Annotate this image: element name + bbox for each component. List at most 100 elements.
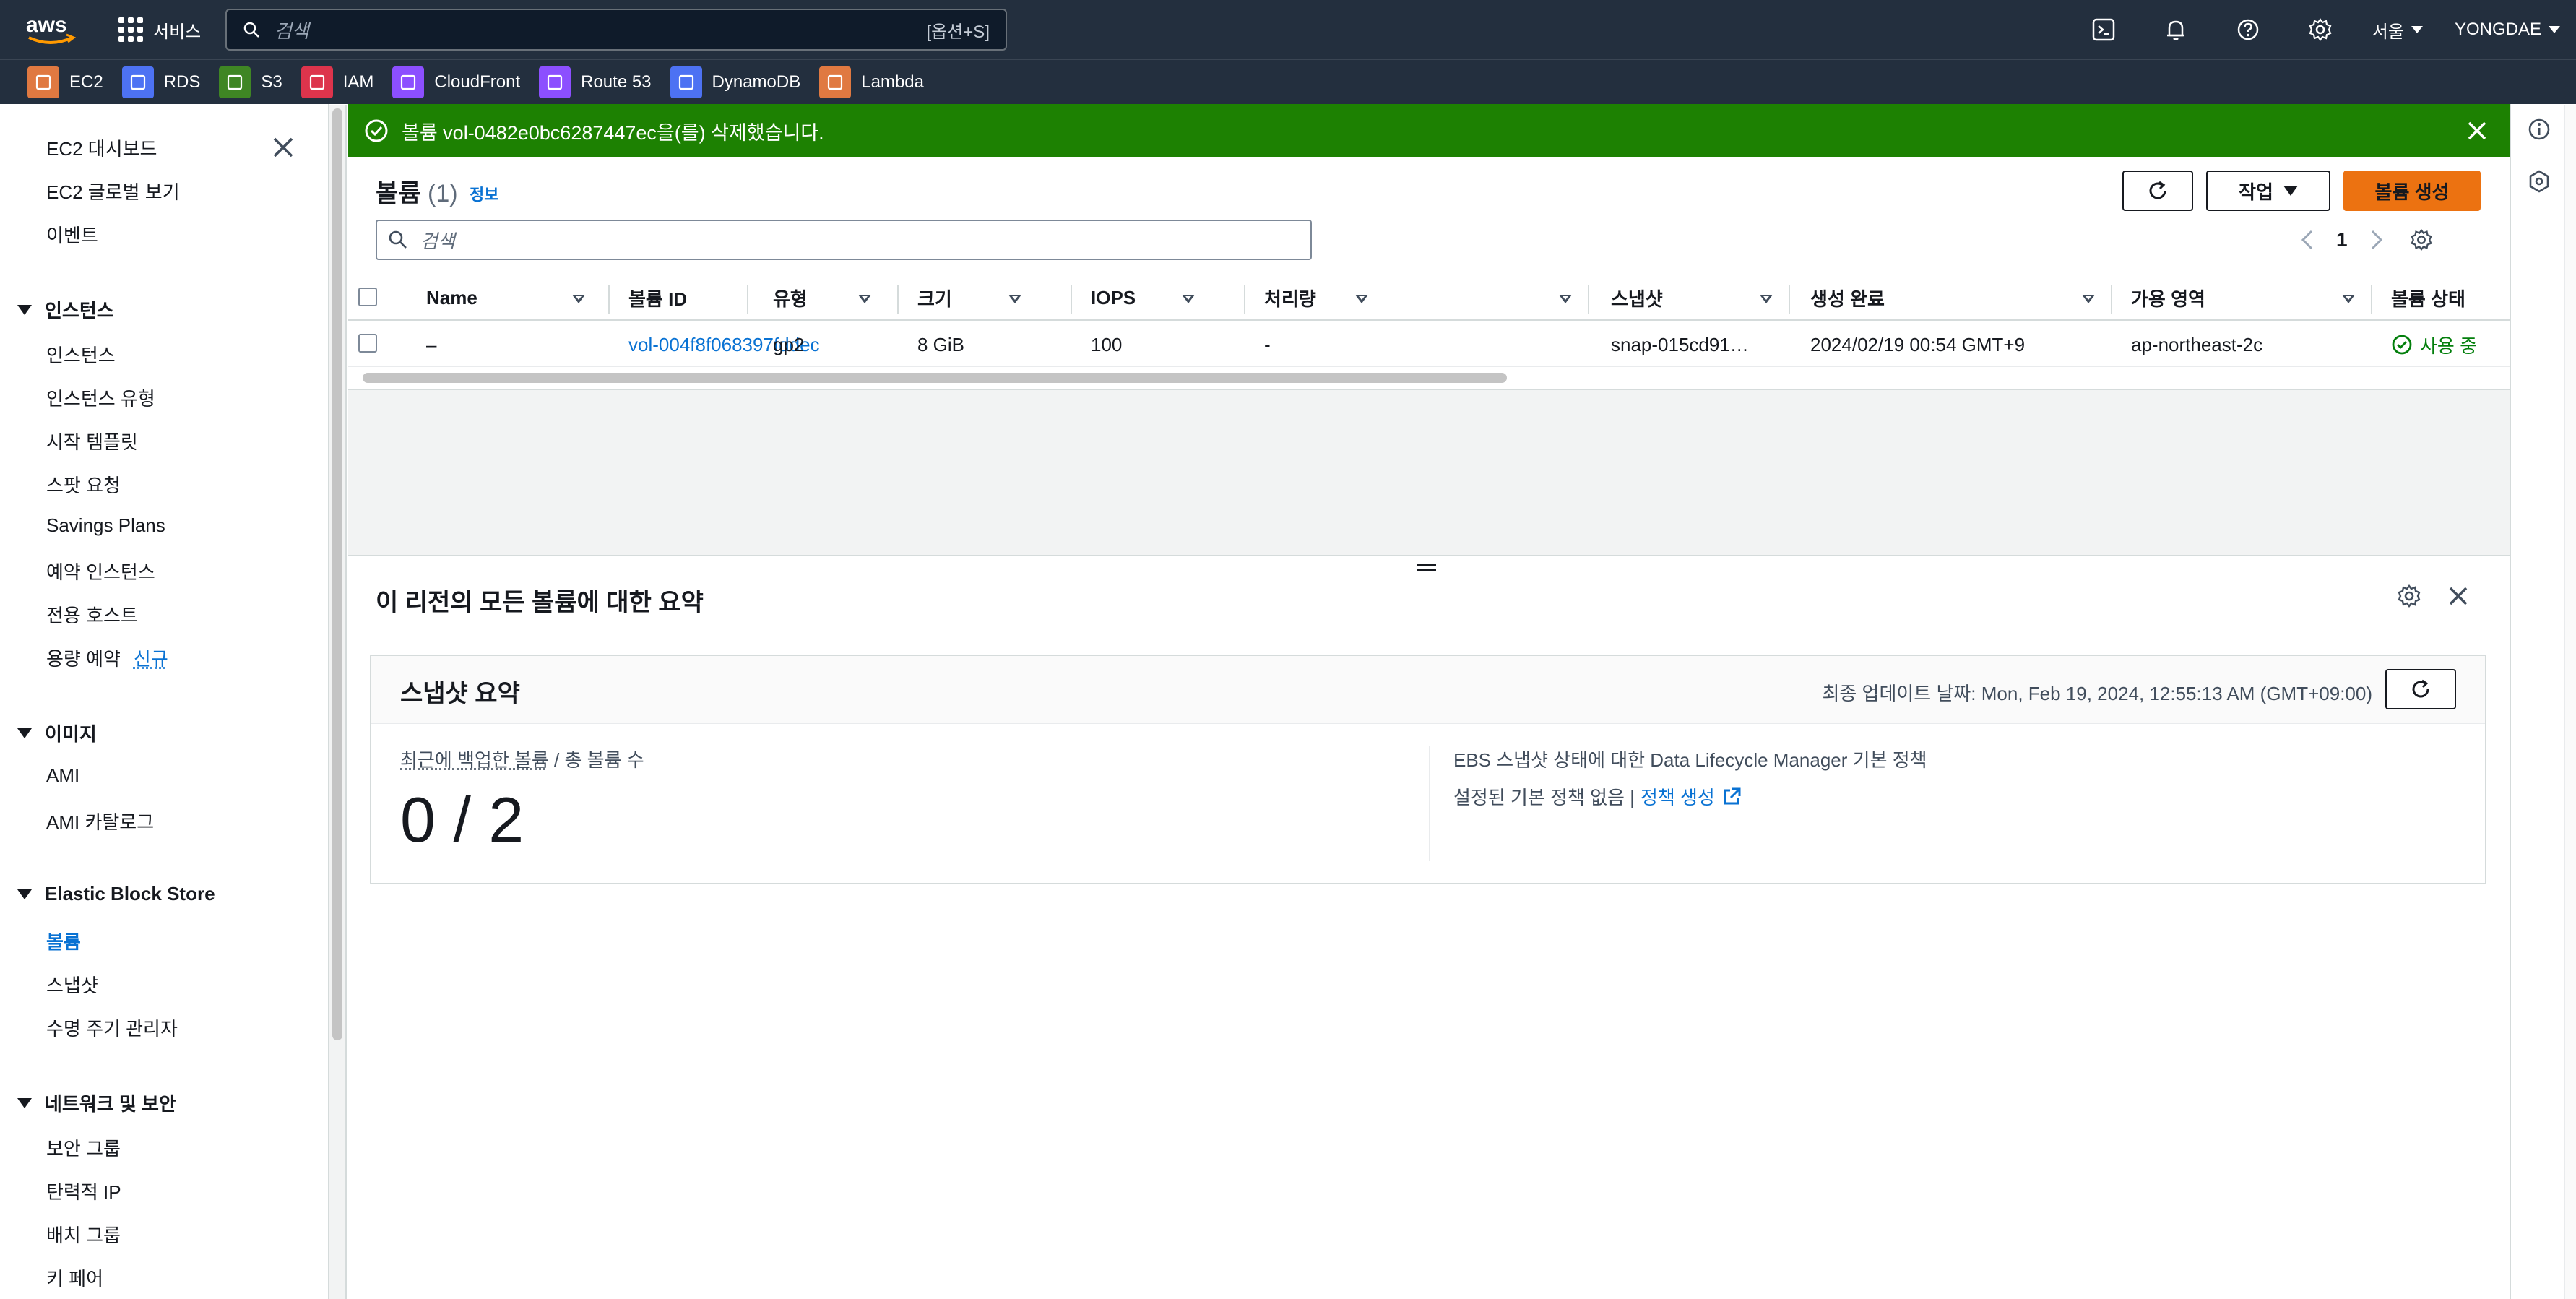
sidebar-item[interactable]: 보안 그룹 — [46, 1134, 121, 1161]
info-icon[interactable] — [2527, 117, 2551, 142]
column-resizer[interactable] — [747, 285, 748, 314]
column-header[interactable]: 볼륨 ID — [628, 285, 687, 311]
sort-icon[interactable] — [1760, 295, 1773, 303]
chevron-left-icon[interactable] — [2300, 229, 2314, 251]
page-scrollbar[interactable] — [2564, 105, 2576, 1299]
sidebar-item[interactable]: 용량 예약 신규 — [46, 644, 168, 671]
sidebar-item-label: 배치 그룹 — [46, 1225, 121, 1246]
global-search-input[interactable]: 검색 [옵션+S] — [225, 9, 1007, 51]
notifications-button[interactable] — [2140, 0, 2212, 59]
column-resizer[interactable] — [2111, 285, 2112, 314]
account-menu[interactable]: YONGDAE — [2439, 20, 2576, 40]
sort-icon[interactable] — [1559, 295, 1572, 303]
column-header[interactable]: 스냅샷 — [1611, 285, 1663, 311]
column-resizer[interactable] — [897, 285, 899, 314]
close-icon[interactable] — [270, 134, 296, 160]
sidebar-group-header[interactable]: 네트워크 및 보안 — [17, 1089, 176, 1116]
sidebar-group-title: 네트워크 및 보안 — [45, 1089, 176, 1116]
sort-icon[interactable] — [572, 295, 585, 303]
sidebar-item[interactable]: 탄력적 IP — [46, 1178, 121, 1204]
sidebar-item[interactable]: 키 페어 — [46, 1264, 103, 1291]
table-search-input[interactable]: 검색 — [376, 220, 1312, 260]
chevron-right-icon[interactable] — [2369, 229, 2384, 251]
column-header[interactable]: IOPS — [1091, 285, 1136, 311]
column-header[interactable]: 생성 완료 — [1810, 285, 1885, 311]
favorite-cloudfront[interactable]: CloudFront — [392, 66, 520, 98]
region-selector[interactable]: 서울 — [2356, 17, 2439, 43]
favorite-iam[interactable]: IAM — [301, 66, 374, 98]
cloudshell-button[interactable] — [2067, 0, 2140, 59]
column-header[interactable]: 크기 — [917, 285, 952, 311]
sidebar-item[interactable]: 스냅샷 — [46, 971, 98, 998]
sort-icon[interactable] — [2082, 295, 2095, 303]
sidebar-item[interactable]: 수명 주기 관리자 — [46, 1014, 178, 1041]
actions-dropdown[interactable]: 작업 — [2206, 171, 2330, 211]
column-resizer[interactable] — [1244, 285, 1245, 314]
sidebar-item[interactable]: AMI 카탈로그 — [46, 808, 154, 834]
gear-icon[interactable] — [2397, 584, 2421, 608]
column-header[interactable]: Name — [426, 285, 477, 311]
select-all-checkbox[interactable] — [358, 288, 377, 306]
sidebar-item[interactable]: Savings Plans — [46, 514, 165, 537]
column-resizer[interactable] — [2371, 285, 2372, 314]
gear-icon[interactable] — [2410, 228, 2433, 251]
gear-icon — [2308, 17, 2333, 42]
info-link[interactable]: 정보 — [470, 182, 498, 205]
favorite-dynamodb[interactable]: DynamoDB — [670, 66, 801, 98]
sort-icon[interactable] — [1355, 295, 1368, 303]
row-checkbox[interactable] — [358, 334, 377, 353]
sidebar-item[interactable]: 볼륨 — [46, 928, 81, 954]
column-resizer[interactable] — [1789, 285, 1790, 314]
close-icon[interactable] — [2446, 584, 2471, 608]
column-resizer[interactable] — [608, 285, 610, 314]
favorite-route53[interactable]: Route 53 — [539, 66, 651, 98]
sort-icon[interactable] — [2342, 295, 2355, 303]
column-header[interactable]: 유형 — [773, 285, 808, 311]
favorite-rds[interactable]: RDS — [122, 66, 201, 98]
sidebar-group-header[interactable]: 인스턴스 — [17, 296, 114, 323]
sidebar-item[interactable]: 스팟 요청 — [46, 471, 121, 498]
column-header[interactable]: 가용 영역 — [2131, 285, 2205, 311]
page-number[interactable]: 1 — [2336, 228, 2348, 251]
sidebar-item[interactable]: 배치 그룹 — [46, 1221, 121, 1248]
sort-icon[interactable] — [858, 295, 871, 303]
table-horizontal-scrollbar[interactable] — [363, 373, 1507, 383]
sidebar-item[interactable]: EC2 글로벌 보기 — [46, 178, 180, 204]
split-panel-drag-handle[interactable] — [1417, 564, 1436, 574]
services-menu-button[interactable]: 서비스 — [118, 14, 201, 45]
check-circle-icon — [2391, 334, 2413, 355]
sidebar-item[interactable]: 시작 템플릿 — [46, 428, 138, 454]
close-icon[interactable] — [2465, 118, 2489, 143]
aws-logo[interactable]: aws — [25, 10, 77, 48]
favorite-s3[interactable]: S3 — [219, 66, 282, 98]
sort-icon[interactable] — [1182, 295, 1195, 303]
sidebar-group-header[interactable]: 이미지 — [17, 720, 97, 746]
column-resizer[interactable] — [1588, 285, 1589, 314]
cell-created: 2024/02/19 00:54 GMT+9 — [1810, 332, 2025, 357]
refresh-button[interactable] — [2385, 669, 2456, 709]
sidebar-item[interactable]: 이벤트 — [46, 221, 98, 248]
sidebar-group-header[interactable]: Elastic Block Store — [17, 883, 215, 905]
create-volume-button[interactable]: 볼륨 생성 — [2343, 171, 2481, 211]
table-row[interactable]: – vol-004f8f068397fddec gp2 8 GiB 100- snap-0… — [348, 321, 2510, 367]
ec2-icon — [27, 66, 59, 98]
sidebar-item[interactable]: EC2 대시보드 — [46, 134, 157, 161]
sidebar-item[interactable]: 전용 호스트 — [46, 601, 138, 628]
settings-button[interactable] — [2284, 0, 2356, 59]
sidebar-item[interactable]: 인스턴스 유형 — [46, 384, 155, 411]
sidebar-item[interactable]: AMI — [46, 764, 79, 787]
sidebar-item[interactable]: 예약 인스턴스 — [46, 558, 155, 584]
favorite-ec2[interactable]: EC2 — [27, 66, 103, 98]
hexagon-icon[interactable] — [2527, 169, 2551, 194]
column-header[interactable]: 볼륨 상태 — [2391, 285, 2465, 311]
sidebar-scrollbar-thumb[interactable] — [332, 108, 342, 1040]
column-header[interactable]: 처리량 — [1264, 285, 1316, 311]
sidebar-item[interactable]: 인스턴스 — [46, 341, 116, 368]
help-button[interactable] — [2212, 0, 2284, 59]
sort-icon[interactable] — [1008, 295, 1021, 303]
refresh-button[interactable] — [2122, 171, 2193, 211]
column-resizer[interactable] — [1071, 285, 1072, 314]
favorite-lambda[interactable]: Lambda — [819, 66, 924, 98]
create-policy-link[interactable]: 정책 생성 — [1641, 783, 1715, 810]
metric-label-term[interactable]: 최근에 백업한 볼륨 — [400, 749, 549, 771]
